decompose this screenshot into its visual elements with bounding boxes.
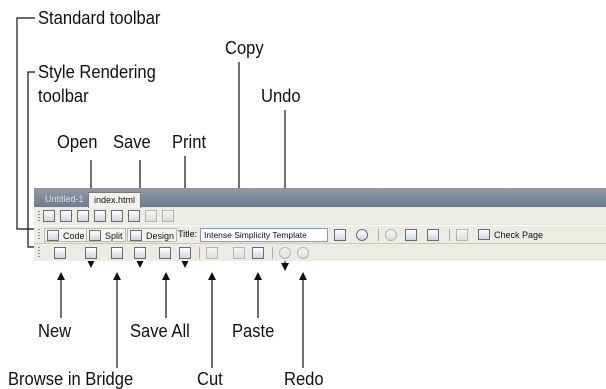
split-label: Split	[105, 231, 123, 241]
design-view-button[interactable]: Design	[127, 228, 178, 242]
toolbar-separator	[378, 229, 379, 241]
arrow-undo	[281, 263, 289, 271]
style-rendering-toolbar: Code Split Design Title: Check Page	[34, 225, 606, 244]
arrow-cut	[208, 272, 216, 280]
arrow-print	[181, 260, 189, 268]
toolbar-grip[interactable]	[38, 247, 40, 258]
callout-style-rendering-line1: Style Rendering	[38, 62, 156, 82]
split-icon	[89, 230, 101, 241]
code-view-button[interactable]: Code	[44, 228, 88, 242]
show-code-view-icon[interactable]	[43, 210, 55, 222]
file-management-icon[interactable]	[128, 210, 140, 222]
check-page-label: Check Page	[494, 230, 544, 240]
arrow-redo	[299, 272, 307, 280]
annotated-screenshot: Standard toolbar Style Rendering toolbar…	[0, 0, 606, 389]
refresh-design-view-icon[interactable]	[385, 229, 397, 241]
design-label: Design	[146, 231, 175, 241]
standard-toolbar	[34, 208, 606, 224]
file-edit-toolbar	[34, 243, 606, 261]
copy-icon[interactable]	[233, 247, 245, 259]
title-field[interactable]	[200, 228, 328, 242]
code-label: Code	[63, 231, 85, 241]
callout-print: Print	[172, 132, 207, 152]
paste-icon[interactable]	[252, 247, 264, 259]
visual-aids-icon[interactable]	[145, 210, 157, 222]
design-icon	[130, 230, 142, 241]
view-options-icon[interactable]	[405, 229, 417, 241]
arrow-new	[57, 272, 65, 280]
undo-icon[interactable]	[279, 247, 291, 259]
split-view-button[interactable]: Split	[86, 228, 126, 242]
callout-style-rendering-line2: toolbar	[38, 86, 89, 106]
document-tabstrip: Untitled-1 index.html	[34, 189, 606, 208]
title-label: Title:	[178, 229, 198, 239]
arrow-open	[87, 260, 95, 268]
validate-icon[interactable]	[162, 210, 174, 222]
arrow-paste	[254, 272, 262, 280]
toolbar-separator	[449, 229, 450, 241]
tab-index[interactable]: index.html	[88, 192, 142, 208]
toolbar-separator	[199, 247, 200, 259]
arrow-browse-in-bridge	[113, 272, 121, 280]
callout-save-all: Save All	[130, 321, 190, 341]
callout-standard-toolbar: Standard toolbar	[38, 8, 161, 28]
callout-open: Open	[57, 132, 98, 152]
live-view-icon[interactable]	[94, 210, 106, 222]
open-folder-icon[interactable]	[85, 247, 97, 259]
callout-paste: Paste	[232, 321, 275, 341]
arrow-save	[136, 260, 144, 268]
callout-browse-in-bridge: Browse in Bridge	[8, 369, 134, 389]
show-design-view-icon[interactable]	[77, 210, 89, 222]
arrow-save-all	[162, 272, 170, 280]
redo-icon[interactable]	[297, 247, 309, 259]
callout-save: Save	[113, 132, 151, 152]
code-icon	[47, 230, 59, 241]
print-icon[interactable]	[179, 247, 191, 259]
no-browser-check-errors-icon[interactable]	[334, 229, 346, 241]
browser-preview-icon[interactable]	[111, 210, 123, 222]
browse-in-bridge-icon[interactable]	[111, 247, 123, 259]
callout-copy: Copy	[225, 38, 264, 58]
toolbar-separator	[272, 247, 273, 259]
preview-in-browser-icon[interactable]	[356, 229, 368, 241]
cut-icon[interactable]	[206, 247, 218, 259]
show-split-view-icon[interactable]	[60, 210, 72, 222]
callout-redo: Redo	[284, 369, 324, 389]
new-document-icon[interactable]	[54, 247, 66, 259]
callout-undo: Undo	[261, 86, 301, 106]
toolbar-grip[interactable]	[38, 211, 40, 222]
callout-new: New	[38, 321, 72, 341]
visual-aids-menu-icon[interactable]	[427, 229, 439, 241]
save-all-icon[interactable]	[159, 247, 171, 259]
callout-cut: Cut	[197, 369, 223, 389]
check-page-button[interactable]: Check Page	[476, 228, 545, 242]
save-icon[interactable]	[134, 247, 146, 259]
validate-markup-icon[interactable]	[456, 229, 468, 241]
tab-untitled[interactable]: Untitled-1	[40, 192, 89, 207]
dreamweaver-window: Untitled-1 index.html Code Split Design …	[34, 188, 606, 261]
check-page-icon	[478, 229, 490, 240]
toolbar-grip[interactable]	[38, 229, 40, 240]
